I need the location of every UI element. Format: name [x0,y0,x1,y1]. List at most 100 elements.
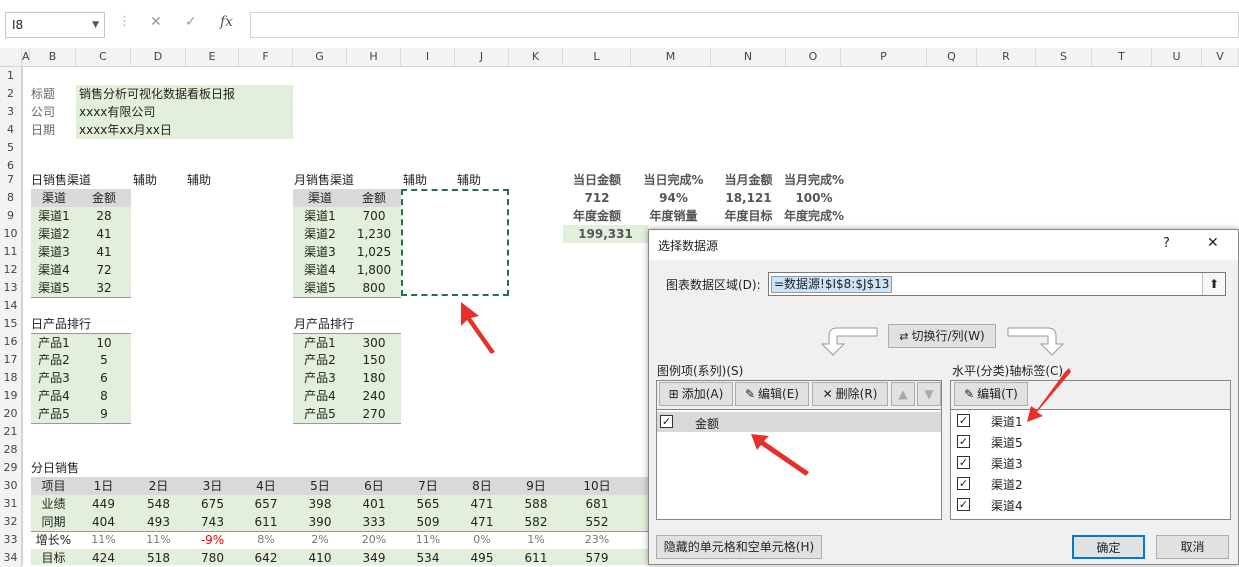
fx-icon[interactable]: fx [220,14,233,30]
daily-channel-value[interactable]: 41 [77,243,131,261]
edit-axis-button[interactable]: ✎ 编辑(T) [954,382,1028,406]
daily-product-name[interactable]: 产品3 [31,369,77,387]
daily-sales-cell[interactable]: 565 [401,495,455,513]
row-header[interactable]: 29 [0,459,22,477]
col-header-h[interactable]: H [347,48,401,66]
category-item[interactable]: ✓ 渠道2 [951,474,1230,494]
daily-sales-cell[interactable]: 548 [131,495,186,513]
daily-channel-name[interactable]: 渠道1 [31,207,77,225]
daily-sales-cell[interactable]: 398 [293,495,347,513]
col-header-r[interactable]: R [977,48,1036,66]
kpi-value[interactable]: 712 [563,189,631,207]
col-header-i[interactable]: I [401,48,455,66]
daily-sales-cell[interactable]: 23% [563,531,631,549]
monthly-product-name[interactable]: 产品5 [293,405,347,424]
daily-sales-cell[interactable]: 681 [563,495,631,513]
row-header[interactable]: 28 [0,441,22,459]
row-header[interactable]: 32 [0,513,22,531]
col-header-n[interactable]: N [711,48,786,66]
row-header[interactable]: 31 [0,495,22,513]
monthly-product-value[interactable]: 150 [347,351,401,369]
monthly-product-name[interactable]: 产品3 [293,369,347,387]
daily-sales-cell[interactable]: 449 [76,495,131,513]
daily-sales-cell[interactable]: 1% [509,531,563,549]
col-header-a[interactable]: A [22,48,30,66]
row-header[interactable]: 5 [0,139,22,157]
daily-sales-cell[interactable]: 11% [401,531,455,549]
daily-channel-name[interactable]: 渠道5 [31,279,77,298]
row-header[interactable]: 33 [0,531,22,549]
daily-product-name[interactable]: 产品5 [31,405,77,424]
daily-sales-cell[interactable]: 588 [509,495,563,513]
daily-sales-cell[interactable]: 642 [239,549,293,567]
info-company-value[interactable]: xxxx有限公司 [76,103,293,121]
daily-sales-cell[interactable]: 增长% [31,531,76,549]
col-header-b[interactable]: B [30,48,76,66]
col-header-v[interactable]: V [1202,48,1239,66]
daily-sales-cell[interactable]: 534 [401,549,455,567]
row-header[interactable]: 10 [0,225,22,243]
daily-sales-cell[interactable]: 743 [186,513,239,531]
daily-product-value[interactable]: 8 [77,387,131,405]
chevron-down-icon[interactable]: ▼ [92,13,99,37]
daily-sales-cell[interactable]: 349 [347,549,401,567]
daily-sales-cell[interactable]: 780 [186,549,239,567]
info-date-value[interactable]: xxxx年xx月xx日 [76,121,293,139]
hidden-empty-cells-button[interactable]: 隐藏的单元格和空单元格(H) [656,535,822,559]
row-header[interactable]: 12 [0,261,22,279]
category-checkbox[interactable]: ✓ [957,477,970,490]
monthly-channel-name[interactable]: 渠道5 [293,279,347,298]
daily-sales-cell[interactable]: 0% [455,531,509,549]
daily-sales-cell[interactable]: 657 [239,495,293,513]
row-header[interactable]: 8 [0,189,22,207]
daily-product-name[interactable]: 产品1 [31,333,77,352]
row-header[interactable]: 16 [0,333,22,351]
row-header[interactable]: 21 [0,423,22,441]
daily-sales-cell[interactable]: 2% [293,531,347,549]
row-header[interactable]: 13 [0,279,22,297]
col-header-p[interactable]: P [841,48,927,66]
col-header-t[interactable]: T [1092,48,1152,66]
cancel-button[interactable]: 取消 [1156,535,1229,559]
category-checkbox[interactable]: ✓ [957,498,970,511]
collapse-dialog-icon[interactable]: ⬆ [1202,273,1225,295]
col-header-l[interactable]: L [563,48,631,66]
select-all-corner[interactable] [0,48,22,66]
category-checkbox[interactable]: ✓ [957,456,970,469]
daily-sales-cell[interactable]: 20% [347,531,401,549]
monthly-product-value[interactable]: 270 [347,405,401,424]
cancel-icon[interactable]: ✕ [150,14,162,30]
daily-sales-cell[interactable]: 11% [131,531,186,549]
move-down-button[interactable]: ▼ [917,382,941,406]
series-checkbox[interactable]: ✓ [660,415,673,428]
ok-button[interactable]: 确定 [1072,535,1145,559]
row-header[interactable]: 14 [0,297,22,315]
category-checkbox[interactable]: ✓ [957,435,970,448]
row-header[interactable]: 20 [0,405,22,423]
daily-channel-name[interactable]: 渠道4 [31,261,77,279]
delete-series-button[interactable]: ✕ 删除(R) [812,382,888,406]
kpi-value[interactable]: 100% [781,189,847,207]
daily-sales-cell[interactable]: 495 [455,549,509,567]
col-header-j[interactable]: J [455,48,509,66]
daily-channel-name[interactable]: 渠道3 [31,243,77,261]
formula-input[interactable] [250,12,1239,38]
close-icon[interactable]: ✕ [1207,235,1219,251]
category-item[interactable]: ✓ 渠道3 [951,453,1230,473]
daily-channel-value[interactable]: 72 [77,261,131,279]
category-item[interactable]: ✓ 渠道5 [951,432,1230,452]
daily-sales-cell[interactable]: 333 [347,513,401,531]
row-header[interactable]: 2 [0,85,22,103]
daily-sales-cell[interactable]: 424 [76,549,131,567]
daily-sales-cell[interactable]: 11% [76,531,131,549]
row-header[interactable]: 7 [0,171,22,189]
category-list[interactable]: ✓ 渠道1 ✓ 渠道5 ✓ 渠道3 ✓ 渠道2 ✓ 渠道4 [950,409,1231,520]
row-header[interactable]: 9 [0,207,22,225]
col-header-k[interactable]: K [509,48,563,66]
col-header-q[interactable]: Q [927,48,977,66]
kpi-value[interactable]: 94% [636,189,711,207]
daily-sales-cell[interactable]: 518 [131,549,186,567]
daily-product-value[interactable]: 9 [77,405,131,424]
edit-series-button[interactable]: ✎ 编辑(E) [735,382,809,406]
move-up-button[interactable]: ▲ [891,382,915,406]
